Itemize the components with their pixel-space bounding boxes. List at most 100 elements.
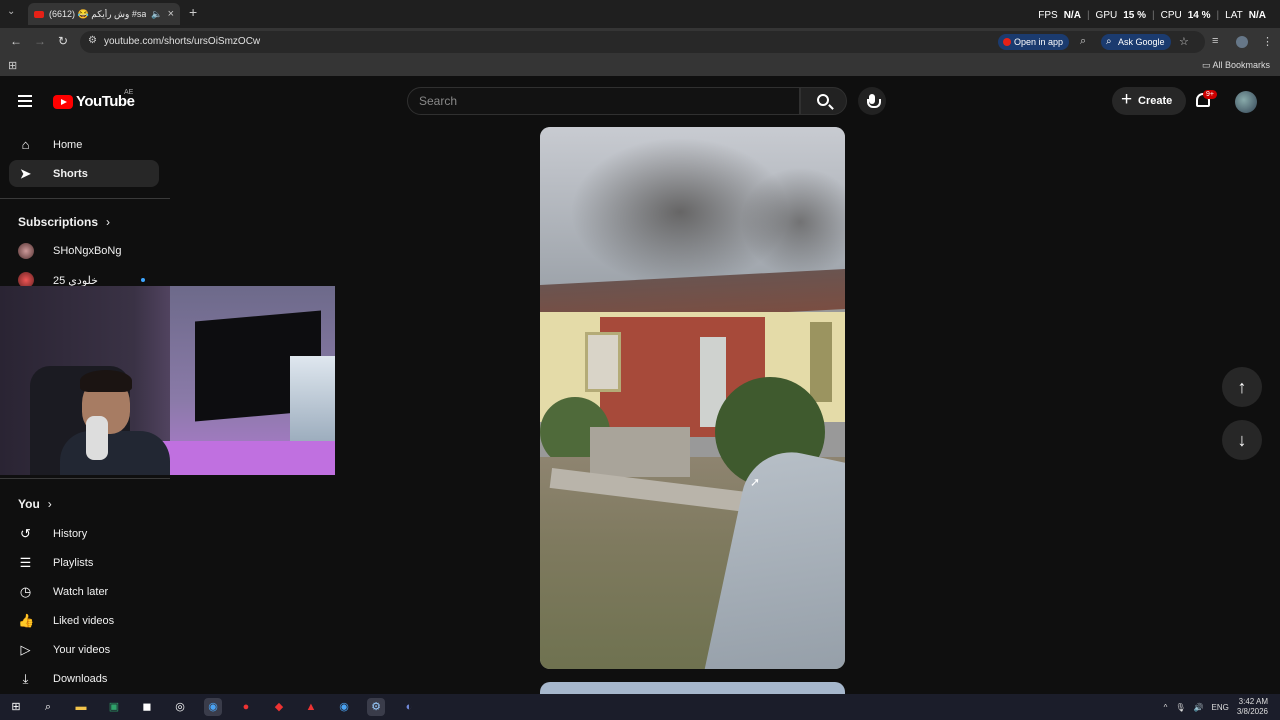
cpu-value: 14 %: [1187, 10, 1211, 21]
avatar[interactable]: [1235, 91, 1257, 113]
download-icon: ⤓: [22, 671, 29, 686]
sidebar-item-history[interactable]: ↺ History: [9, 520, 159, 547]
taskbar: ⊞ ⌕ ▬ ▣ ◼ ◎ ◉ ● ◆ ▲ ◉ ⚙ ◐ ^ 🎙 🔊 ENG 3:42…: [0, 694, 1280, 720]
ask-google-button[interactable]: Ask Google: [1101, 34, 1171, 50]
sidebar-item-shorts[interactable]: ➤ Shorts: [9, 160, 159, 187]
like-icon: 👍: [18, 613, 35, 628]
speaker-icon[interactable]: 🔈: [151, 9, 162, 20]
voice-search-button[interactable]: [858, 87, 886, 115]
volume-icon[interactable]: 🔊: [1194, 703, 1204, 712]
notifications-badge: 9+: [1203, 90, 1217, 99]
search-button[interactable]: [800, 87, 847, 115]
shorts-video-player[interactable]: [540, 127, 845, 669]
search-icon: [817, 94, 829, 106]
youtube-play-icon: [53, 94, 73, 109]
country-code: AE: [124, 89, 134, 96]
sidebar-item-label: Liked videos: [53, 615, 115, 627]
chevron-right-icon: ›: [106, 215, 111, 229]
steam-icon[interactable]: ⚙: [367, 698, 385, 716]
divider: [0, 198, 170, 199]
lat-label: LAT: [1225, 10, 1243, 21]
next-short-button[interactable]: ↓: [1222, 420, 1262, 460]
tab-search-icon[interactable]: ⌄: [7, 6, 15, 17]
subscription-label: SHoNgxBoNg: [53, 245, 122, 257]
chrome-icon[interactable]: ◉: [204, 698, 222, 716]
forward-icon[interactable]: →: [34, 34, 46, 48]
more-options-icon[interactable]: ⋮: [1262, 35, 1273, 48]
tray-overflow-icon[interactable]: ^: [1164, 703, 1168, 712]
search-icon[interactable]: ⌕: [39, 698, 57, 716]
bookmark-star-icon[interactable]: ☆: [1179, 35, 1189, 48]
sidebar-item-label: Playlists: [53, 557, 94, 569]
divider: [0, 478, 170, 479]
new-tab-button[interactable]: +: [189, 4, 197, 20]
you-heading[interactable]: You ›: [18, 497, 52, 511]
bookmarks-bar: ⊞ ▭ All Bookmarks: [0, 56, 1280, 76]
background-monitor: [290, 356, 335, 446]
profile-icon[interactable]: [1236, 36, 1248, 48]
reload-icon[interactable]: ↻: [58, 34, 68, 48]
obs-icon[interactable]: ◎: [171, 698, 189, 716]
tab-close-icon[interactable]: ×: [168, 8, 174, 20]
back-icon[interactable]: ←: [10, 34, 22, 48]
sidebar-item-label: Watch later: [53, 586, 109, 598]
site-info-icon[interactable]: ⚙: [88, 35, 97, 46]
app-icon[interactable]: ●: [237, 698, 255, 716]
windows-start-icon[interactable]: ⊞: [7, 698, 25, 716]
search-input[interactable]: Search: [407, 87, 800, 115]
previous-short-button[interactable]: ↑: [1222, 367, 1262, 407]
sidebar-item-playlists[interactable]: ☰ Playlists: [9, 549, 159, 576]
next-short-preview[interactable]: [540, 682, 845, 694]
sidebar-item-label: History: [53, 528, 88, 540]
browser-tab[interactable]: وش رأيكم 😂 (6612) #salwani 🔈 ×: [28, 3, 180, 25]
sidebar-item-home[interactable]: ⌂ Home: [9, 131, 159, 158]
cpu-label: CPU: [1160, 10, 1182, 21]
gpu-label: GPU: [1095, 10, 1118, 21]
browser-tab-strip: ⌄ وش رأيكم 😂 (6612) #salwani 🔈 × + FPS N…: [0, 0, 1280, 28]
open-in-app-button[interactable]: Open in app: [998, 34, 1070, 50]
youtube-logo[interactable]: YouTube AE: [53, 89, 135, 110]
clock[interactable]: 3:42 AM 3/8/2026: [1237, 697, 1268, 717]
subscriptions-heading[interactable]: Subscriptions ›: [18, 215, 110, 229]
mouse-cursor: ➚: [750, 475, 761, 489]
microphone: [86, 416, 108, 460]
create-button[interactable]: Create: [1112, 87, 1186, 115]
date: 3/8/2026: [1236, 707, 1268, 716]
sidebar-item-label: Your videos: [53, 644, 111, 656]
lat-value: N/A: [1248, 10, 1266, 21]
sidebar-item-liked-videos[interactable]: 👍 Liked videos: [9, 607, 159, 634]
app-icon[interactable]: ◆: [270, 698, 288, 716]
shorts-icon: ➤: [20, 166, 31, 181]
watch-later-icon: ◷: [19, 584, 32, 599]
home-icon: ⌂: [21, 137, 30, 152]
discord-icon[interactable]: ◐: [400, 698, 418, 716]
language-indicator[interactable]: ENG: [1212, 703, 1229, 712]
webcam-overlay: [0, 286, 335, 475]
youtube-header: YouTube AE Search Create 9+: [0, 76, 1280, 126]
zoom-icon[interactable]: ⌕: [1080, 35, 1086, 48]
system-tray: ^ 🎙 🔊 ENG 3:42 AM 3/8/2026: [1164, 697, 1268, 717]
chevron-right-icon: ›: [47, 497, 52, 511]
apps-grid-icon[interactable]: ⊞: [8, 59, 17, 72]
media-control-icon[interactable]: ≡: [1212, 35, 1218, 47]
app-icon[interactable]: ▲: [302, 698, 320, 716]
gpu-value: 15 %: [1123, 10, 1147, 21]
time: 3:42 AM: [1238, 697, 1268, 706]
fps-label: FPS: [1038, 10, 1058, 21]
url-text: youtube.com/shorts/ursOiSmzOCw: [104, 36, 261, 47]
subscription-item[interactable]: SHoNgxBoNg: [9, 237, 159, 264]
menu-icon[interactable]: [18, 95, 32, 107]
sidebar-item-your-videos[interactable]: ▷ Your videos: [9, 636, 159, 663]
playlists-icon: ☰: [19, 555, 32, 570]
file-explorer-icon[interactable]: ▬: [72, 698, 90, 716]
new-content-dot: [141, 278, 145, 282]
youtube-favicon-icon: [34, 10, 44, 18]
sidebar-item-watch-later[interactable]: ◷ Watch later: [9, 578, 159, 605]
epic-games-icon[interactable]: ◼: [138, 698, 156, 716]
excel-icon[interactable]: ▣: [105, 698, 123, 716]
chrome-profile-icon[interactable]: ◉: [335, 698, 353, 716]
tab-title: وش رأيكم 😂 (6612) #salwani: [49, 8, 147, 19]
microphone-icon[interactable]: 🎙: [1175, 703, 1185, 712]
sidebar-item-downloads[interactable]: ⤓ Downloads: [9, 665, 159, 692]
all-bookmarks-button[interactable]: ▭ All Bookmarks: [1202, 60, 1270, 71]
